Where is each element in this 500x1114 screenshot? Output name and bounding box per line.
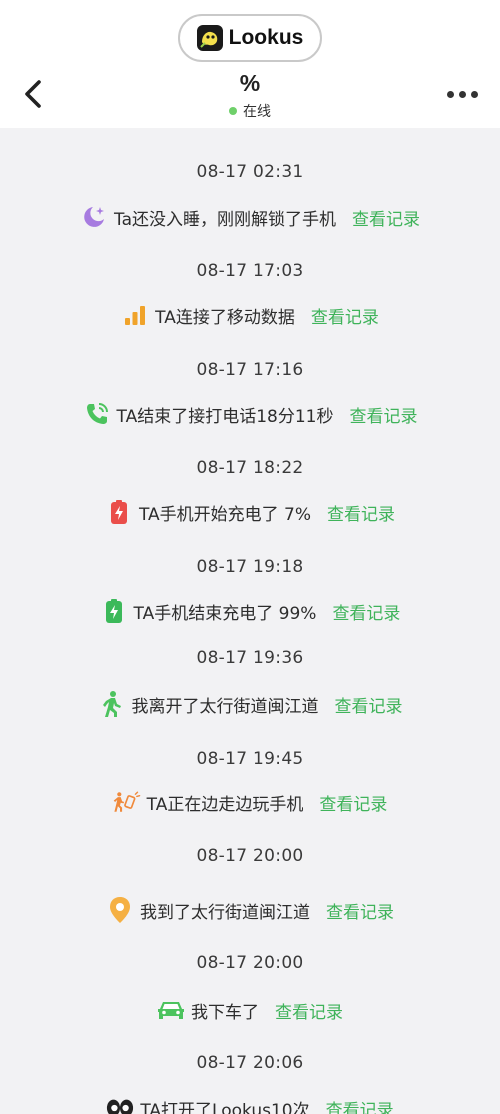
activity-item: 我下车了 查看记录	[0, 992, 500, 1028]
more-dot-icon	[446, 90, 454, 98]
activity-text: TA连接了移动数据	[155, 307, 295, 328]
lookus-logo-icon	[196, 25, 223, 51]
timestamp: 08-17 17:16	[196, 360, 304, 380]
activity-text: TA打开了Lookus10次	[140, 1100, 310, 1114]
signal-bars-icon	[121, 301, 149, 329]
activity-item: TA结束了接打电话18分11秒 查看记录	[0, 396, 500, 432]
activity-item: TA打开了Lookus10次 查看记录	[0, 1090, 500, 1114]
activity-text: 我到了太行街道闽江道	[140, 902, 310, 923]
location-pin-icon	[106, 896, 134, 924]
view-record-link[interactable]: 查看记录	[335, 692, 403, 717]
activity-item: TA正在边走边玩手机 查看记录	[0, 784, 500, 820]
top-bar: Lookus % 在线	[0, 0, 500, 128]
battery-charging-low-icon	[105, 498, 133, 526]
more-dot-icon	[458, 90, 466, 98]
activity-item: 我离开了太行街道闽江道 查看记录	[0, 686, 500, 722]
activity-item: Ta还没入睡，刚刚解锁了手机 查看记录	[0, 199, 500, 235]
activity-text: 我下车了	[191, 1002, 259, 1023]
timestamp: 08-17 20:00	[196, 953, 304, 973]
timestamp: 08-17 20:00	[196, 846, 304, 866]
activity-item: 我到了太行街道闽江道 查看记录	[0, 892, 500, 928]
more-dot-icon	[470, 90, 478, 98]
walking-with-phone-icon	[113, 788, 141, 816]
timestamp: 08-17 19:36	[196, 648, 304, 668]
view-record-link[interactable]: 查看记录	[327, 500, 395, 525]
battery-charging-full-icon	[100, 597, 128, 625]
online-status: 在线	[0, 101, 500, 121]
timestamp: 08-17 17:03	[196, 261, 304, 281]
view-record-link[interactable]: 查看记录	[326, 1096, 394, 1114]
online-status-label: 在线	[243, 104, 271, 120]
view-record-link[interactable]: 查看记录	[349, 402, 417, 427]
brand-name: Lookus	[228, 26, 304, 49]
activity-text: TA手机开始充电了 7%	[138, 504, 312, 525]
timestamp: 08-17 02:31	[196, 162, 304, 182]
more-options-button[interactable]	[440, 80, 484, 108]
activity-text: TA结束了接打电话18分11秒	[116, 406, 334, 427]
timestamp: 08-17 20:06	[196, 1053, 304, 1073]
view-record-link[interactable]: 查看记录	[311, 303, 379, 328]
online-dot-icon	[229, 107, 237, 115]
view-record-link[interactable]: 查看记录	[352, 205, 420, 230]
timestamp: 08-17 18:22	[196, 458, 304, 478]
view-record-link[interactable]: 查看记录	[332, 599, 400, 624]
car-icon	[157, 996, 185, 1024]
activity-text: TA手机结束充电了 99%	[133, 603, 317, 624]
timestamp: 08-17 19:45	[196, 749, 304, 769]
activity-text: Ta还没入睡，刚刚解锁了手机	[114, 209, 336, 230]
brand-pill: Lookus	[178, 14, 322, 62]
activity-feed: 08-17 02:31 Ta还没入睡，刚刚解锁了手机 查看记录 08-17 17…	[0, 128, 500, 1114]
view-record-link[interactable]: 查看记录	[326, 898, 394, 923]
view-record-link[interactable]: 查看记录	[319, 790, 387, 815]
activity-item: TA连接了移动数据 查看记录	[0, 297, 500, 333]
walking-person-icon	[98, 690, 126, 718]
eyes-icon	[106, 1094, 134, 1114]
activity-item: TA手机开始充电了 7% 查看记录	[0, 494, 500, 530]
view-record-link[interactable]: 查看记录	[275, 998, 343, 1023]
activity-text: 我离开了太行街道闽江道	[131, 696, 319, 717]
timestamp: 08-17 19:18	[196, 557, 304, 577]
activity-text: TA正在边走边玩手机	[146, 794, 304, 815]
activity-item: TA手机结束充电了 99% 查看记录	[0, 593, 500, 629]
phone-call-icon	[83, 400, 111, 428]
moon-icon	[80, 203, 108, 231]
page-title: %	[239, 70, 261, 96]
